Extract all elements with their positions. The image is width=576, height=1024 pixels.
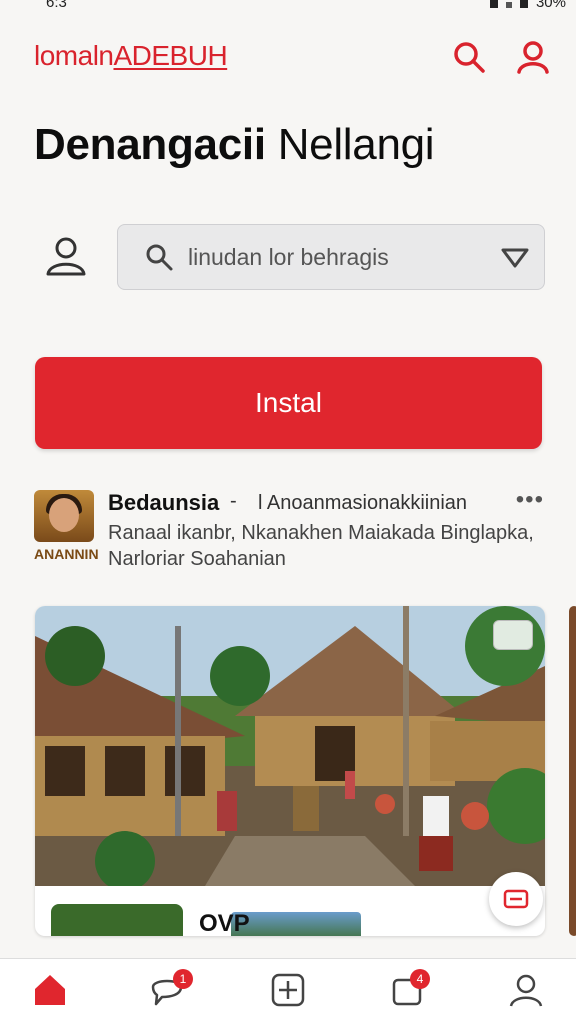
app-header: lomalnADEBUH <box>0 30 576 86</box>
thumbnail-label: OVP <box>199 910 250 936</box>
home-icon <box>35 975 65 1005</box>
thumbnail-secondary[interactable] <box>231 912 361 936</box>
more-options-icon[interactable]: ••• <box>516 486 544 514</box>
status-bar: 6:3 30% <box>0 0 576 14</box>
video-button[interactable] <box>489 872 543 926</box>
post-header: ANANNIN Bedaunsia - l Anoanmasionakkiini… <box>34 486 554 576</box>
page-title-bold: Denangacii <box>34 120 266 169</box>
brand-plain: lomaln <box>34 40 114 71</box>
village-photo <box>35 606 545 886</box>
search-field-icon <box>146 244 173 271</box>
search-icon[interactable] <box>452 40 486 74</box>
add-icon <box>271 973 305 1007</box>
gallery-icon[interactable] <box>493 620 533 650</box>
post-tag: l Anoanmasionakkiinian <box>258 492 468 514</box>
post-separator: - <box>230 490 237 512</box>
next-card-peek[interactable] <box>569 606 576 936</box>
status-indicators: 30% <box>489 0 566 11</box>
notifications-badge: 4 <box>410 969 430 989</box>
search-placeholder: linudan lor behragis <box>188 244 389 270</box>
thumbnail[interactable] <box>51 904 183 936</box>
status-time: 6:3 <box>46 0 67 11</box>
post-badge: ANANNIN <box>34 546 99 562</box>
profile-icon[interactable] <box>516 40 550 74</box>
battery-level: 30% <box>535 0 566 11</box>
chat-badge: 1 <box>173 969 193 989</box>
nav-home[interactable] <box>20 971 80 1024</box>
profile-icon <box>509 974 543 1007</box>
signal-icon <box>489 0 528 8</box>
brand-underlined: ADEBUH <box>113 40 228 71</box>
video-icon <box>503 889 529 909</box>
nav-chat[interactable]: 1 <box>137 969 197 1024</box>
avatar[interactable] <box>34 490 94 542</box>
bottom-nav: 1 4 <box>0 958 576 1024</box>
nav-profile[interactable] <box>496 971 556 1024</box>
page-title-light: Nellangi <box>277 120 435 169</box>
chevron-down-icon[interactable] <box>500 245 530 271</box>
page-title: Denangacii Nellangi <box>34 120 435 170</box>
nav-add[interactable] <box>258 971 318 1024</box>
nav-notifications[interactable]: 4 <box>378 969 438 1024</box>
install-button[interactable]: Instal <box>35 357 542 449</box>
post-description: Ranaal ikanbr, Nkanakhen Maiakada Bingla… <box>108 522 534 570</box>
brand-logo[interactable]: lomalnADEBUH <box>34 40 228 72</box>
post-author-name[interactable]: Bedaunsia <box>108 490 219 516</box>
user-icon[interactable] <box>44 234 88 278</box>
post-image-card[interactable]: OVP <box>35 606 545 936</box>
search-input[interactable]: linudan lor behragis <box>117 224 545 290</box>
